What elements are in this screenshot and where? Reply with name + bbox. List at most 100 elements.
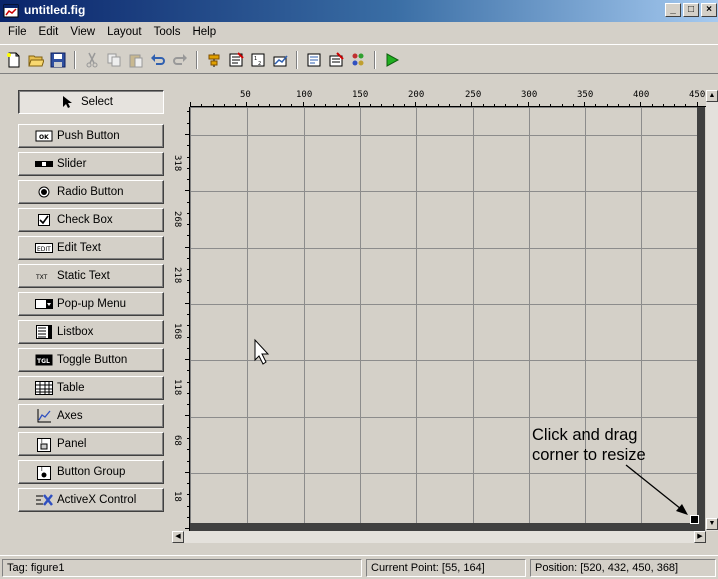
palette-label: Slider (57, 158, 87, 170)
menu-layout[interactable]: Layout (101, 24, 148, 40)
palette-label: Table (57, 382, 85, 394)
palette-label: Pop-up Menu (57, 298, 127, 310)
menu-view[interactable]: View (64, 24, 101, 40)
figure-right-edge (697, 107, 705, 531)
ruler-label: 68 (172, 435, 182, 446)
copy-icon[interactable] (104, 50, 124, 70)
ruler-label: 200 (408, 90, 425, 100)
property-inspector-icon[interactable] (326, 50, 346, 70)
run-icon[interactable] (382, 50, 402, 70)
minimize-button[interactable]: _ (665, 3, 681, 17)
resize-annotation: Click and drag corner to resize (532, 425, 646, 465)
svg-text:OK: OK (39, 134, 49, 141)
palette-check-box[interactable]: Check Box (18, 208, 164, 232)
ruler-label: 18 (172, 491, 182, 502)
palette-button-group[interactable]: T Button Group (18, 460, 164, 484)
palette-push-button[interactable]: OK Push Button (18, 124, 164, 148)
palette-table[interactable]: Table (18, 376, 164, 400)
ruler-label: 250 (465, 90, 482, 100)
activex-icon (35, 493, 53, 507)
ruler-label: 168 (172, 323, 182, 340)
radio-button-icon (35, 185, 53, 199)
panel-icon: T (35, 437, 53, 452)
palette-panel[interactable]: T Panel (18, 432, 164, 456)
ruler-label: 218 (172, 267, 182, 284)
edit-text-icon: EDIT (35, 241, 53, 255)
mfile-editor-icon[interactable] (304, 50, 324, 70)
toolbar-editor-icon[interactable] (270, 50, 290, 70)
tab-order-editor-icon[interactable]: 12 (248, 50, 268, 70)
status-position: Position: [520, 432, 450, 368] (530, 559, 716, 577)
ruler-label: 450 (689, 90, 706, 100)
vertical-ruler: 318 268 218 168 118 68 18 (168, 107, 190, 531)
paste-icon[interactable] (126, 50, 146, 70)
palette-label: ActiveX Control (57, 494, 137, 506)
redo-icon[interactable] (170, 50, 190, 70)
close-button[interactable]: × (701, 3, 717, 17)
status-tag: Tag: figure1 (2, 559, 362, 577)
table-icon (35, 381, 53, 395)
palette-label: Static Text (57, 270, 110, 282)
menu-edit[interactable]: Edit (33, 24, 65, 40)
palette-label: Axes (57, 410, 83, 422)
scroll-right-arrow-icon[interactable]: ▶ (694, 531, 706, 543)
palette-label: Check Box (57, 214, 113, 226)
menu-help[interactable]: Help (186, 24, 222, 40)
resize-handle[interactable] (690, 515, 699, 524)
cut-icon[interactable] (82, 50, 102, 70)
menu-file[interactable]: File (2, 24, 33, 40)
menu-bar: File Edit View Layout Tools Help (0, 22, 718, 42)
annotation-arrow (625, 464, 688, 515)
open-folder-icon[interactable] (26, 50, 46, 70)
object-browser-icon[interactable] (348, 50, 368, 70)
vertical-scrollbar[interactable]: ▲ ▼ (706, 90, 718, 531)
figure-bottom-edge (190, 523, 705, 531)
palette-slider[interactable]: Slider (18, 152, 164, 176)
horizontal-ruler: 50 100 150 200 250 300 350 400 450 (190, 90, 707, 107)
palette-edit-text[interactable]: EDIT Edit Text (18, 236, 164, 260)
popup-menu-icon (35, 297, 53, 311)
palette-select[interactable]: Select (18, 90, 164, 114)
matlab-figure-icon (3, 4, 19, 18)
palette-static-text[interactable]: TXT Static Text (18, 264, 164, 288)
svg-text:EDIT: EDIT (37, 246, 51, 253)
axes-icon (35, 409, 53, 423)
slider-icon (35, 157, 53, 171)
palette-activex-control[interactable]: ActiveX Control (18, 488, 164, 512)
palette-label: Push Button (57, 130, 120, 142)
align-objects-icon[interactable] (204, 50, 224, 70)
menu-tools[interactable]: Tools (148, 24, 187, 40)
annotation-line-2: corner to resize (532, 446, 646, 464)
ruler-label: 268 (172, 211, 182, 228)
save-icon[interactable] (48, 50, 68, 70)
menu-editor-icon[interactable] (226, 50, 246, 70)
button-group-icon: T (35, 465, 53, 480)
check-box-icon (35, 213, 53, 227)
ruler-label: 150 (352, 90, 369, 100)
palette-axes[interactable]: Axes (18, 404, 164, 428)
undo-icon[interactable] (148, 50, 168, 70)
palette-radio-button[interactable]: Radio Button (18, 180, 164, 204)
scroll-left-arrow-icon[interactable]: ◀ (172, 531, 184, 543)
svg-text:TGL: TGL (37, 358, 50, 365)
listbox-icon (35, 325, 53, 339)
svg-text:1: 1 (254, 56, 257, 62)
new-file-icon[interactable] (4, 50, 24, 70)
palette-popup-menu[interactable]: Pop-up Menu (18, 292, 164, 316)
svg-text:T: T (39, 466, 44, 473)
window-title: untitled.fig (24, 3, 86, 17)
push-button-icon: OK (35, 129, 53, 143)
palette-toggle-button[interactable]: TGL Toggle Button (18, 348, 164, 372)
maximize-button[interactable]: □ (683, 3, 699, 17)
annotation-line-1: Click and drag (532, 426, 638, 444)
ruler-label: 300 (521, 90, 538, 100)
palette-label: Radio Button (57, 186, 124, 198)
scroll-down-arrow-icon[interactable]: ▼ (706, 518, 718, 530)
ruler-label: 118 (172, 379, 182, 396)
title-bar: untitled.fig _ □ × (0, 0, 718, 22)
scroll-up-arrow-icon[interactable]: ▲ (706, 90, 718, 102)
ruler-label: 100 (296, 90, 313, 100)
palette-listbox[interactable]: Listbox (18, 320, 164, 344)
status-bar: Tag: figure1 Current Point: [55, 164] Po… (0, 555, 718, 579)
horizontal-scrollbar[interactable]: ◀ ▶ (172, 531, 706, 543)
